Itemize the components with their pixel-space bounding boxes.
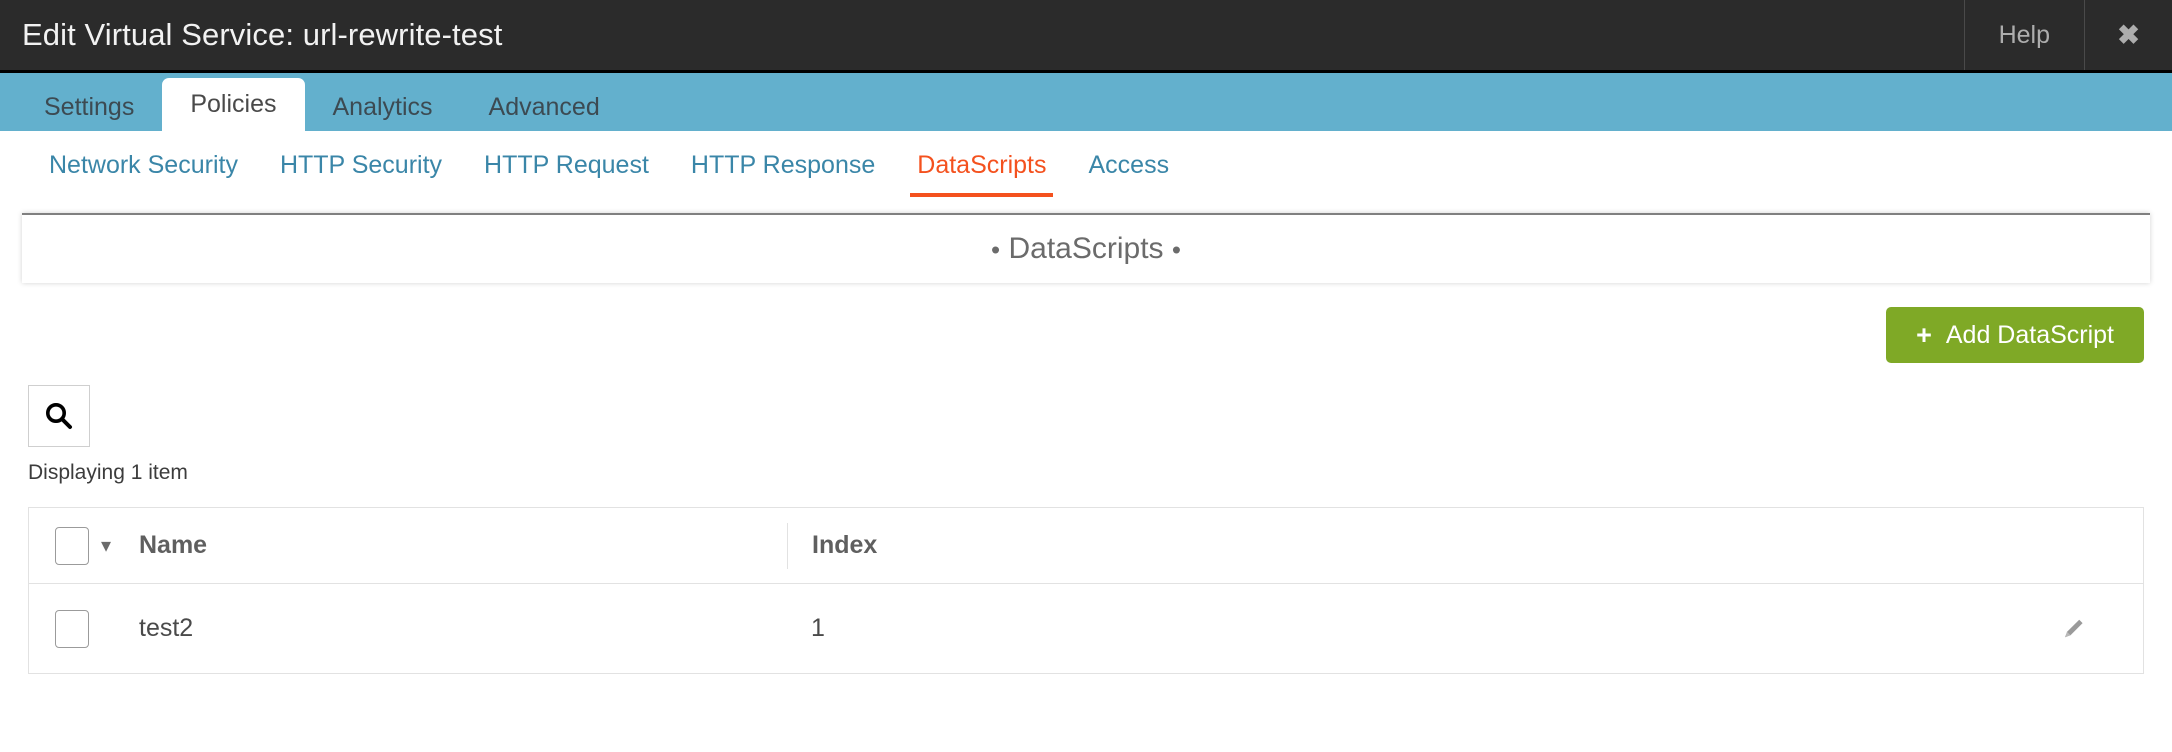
header-select-cell: ▾ <box>29 526 125 565</box>
panel-title-text: DataScripts <box>1008 232 1164 265</box>
pencil-icon[interactable] <box>2058 614 2088 644</box>
bullet-right-icon: • <box>1171 234 1181 265</box>
datascripts-table: ▾ Name Index test2 1 <box>28 507 2144 674</box>
datascripts-panel-header: • DataScripts • <box>22 213 2150 283</box>
page-title: Edit Virtual Service: url-rewrite-test <box>22 17 503 52</box>
tab-analytics[interactable]: Analytics <box>305 83 461 131</box>
item-count-label: Displaying 1 item <box>28 461 188 484</box>
subnav-item-network-security[interactable]: Network Security <box>28 141 259 193</box>
tab-advanced[interactable]: Advanced <box>461 83 628 131</box>
column-header-index[interactable]: Index <box>787 522 2003 569</box>
row-actions-cell <box>2003 614 2143 644</box>
plus-icon: + <box>1916 319 1932 350</box>
bullet-left-icon: • <box>991 234 1001 265</box>
subnav-item-access[interactable]: Access <box>1067 141 1190 193</box>
select-all-checkbox[interactable] <box>55 526 89 565</box>
action-row: + Add DataScript <box>0 283 2172 363</box>
search-button[interactable] <box>28 385 90 447</box>
help-button[interactable]: Help <box>1963 0 2084 70</box>
window-titlebar: Edit Virtual Service: url-rewrite-test H… <box>0 0 2172 73</box>
subnav-item-http-request[interactable]: HTTP Request <box>463 141 670 193</box>
add-datascript-button[interactable]: + Add DataScript <box>1886 307 2144 363</box>
policies-subnav: Network Security HTTP Security HTTP Requ… <box>0 131 2172 203</box>
table-tools: Displaying 1 item <box>0 363 2172 485</box>
column-header-name[interactable]: Name <box>125 531 787 560</box>
table-header-row: ▾ Name Index <box>29 508 2143 584</box>
subnav-item-http-security[interactable]: HTTP Security <box>259 141 463 193</box>
cell-index: 1 <box>811 614 825 642</box>
subnav-item-http-response[interactable]: HTTP Response <box>670 141 896 193</box>
add-datascript-label: Add DataScript <box>1945 320 2114 349</box>
primary-tabbar: Settings Policies Analytics Advanced <box>0 73 2172 131</box>
panel-title: • DataScripts • <box>991 232 1181 266</box>
row-select-cell <box>29 609 125 648</box>
row-checkbox[interactable] <box>55 609 89 648</box>
tab-settings[interactable]: Settings <box>16 83 162 131</box>
close-icon[interactable]: ✖ <box>2084 0 2172 70</box>
search-icon <box>46 403 72 429</box>
chevron-down-icon[interactable]: ▾ <box>101 536 111 556</box>
titlebar-actions: Help ✖ <box>1963 0 2172 70</box>
tab-policies[interactable]: Policies <box>162 78 305 131</box>
cell-name: test2 <box>139 614 194 642</box>
subnav-item-datascripts[interactable]: DataScripts <box>896 141 1067 197</box>
table-row[interactable]: test2 1 <box>29 584 2143 674</box>
